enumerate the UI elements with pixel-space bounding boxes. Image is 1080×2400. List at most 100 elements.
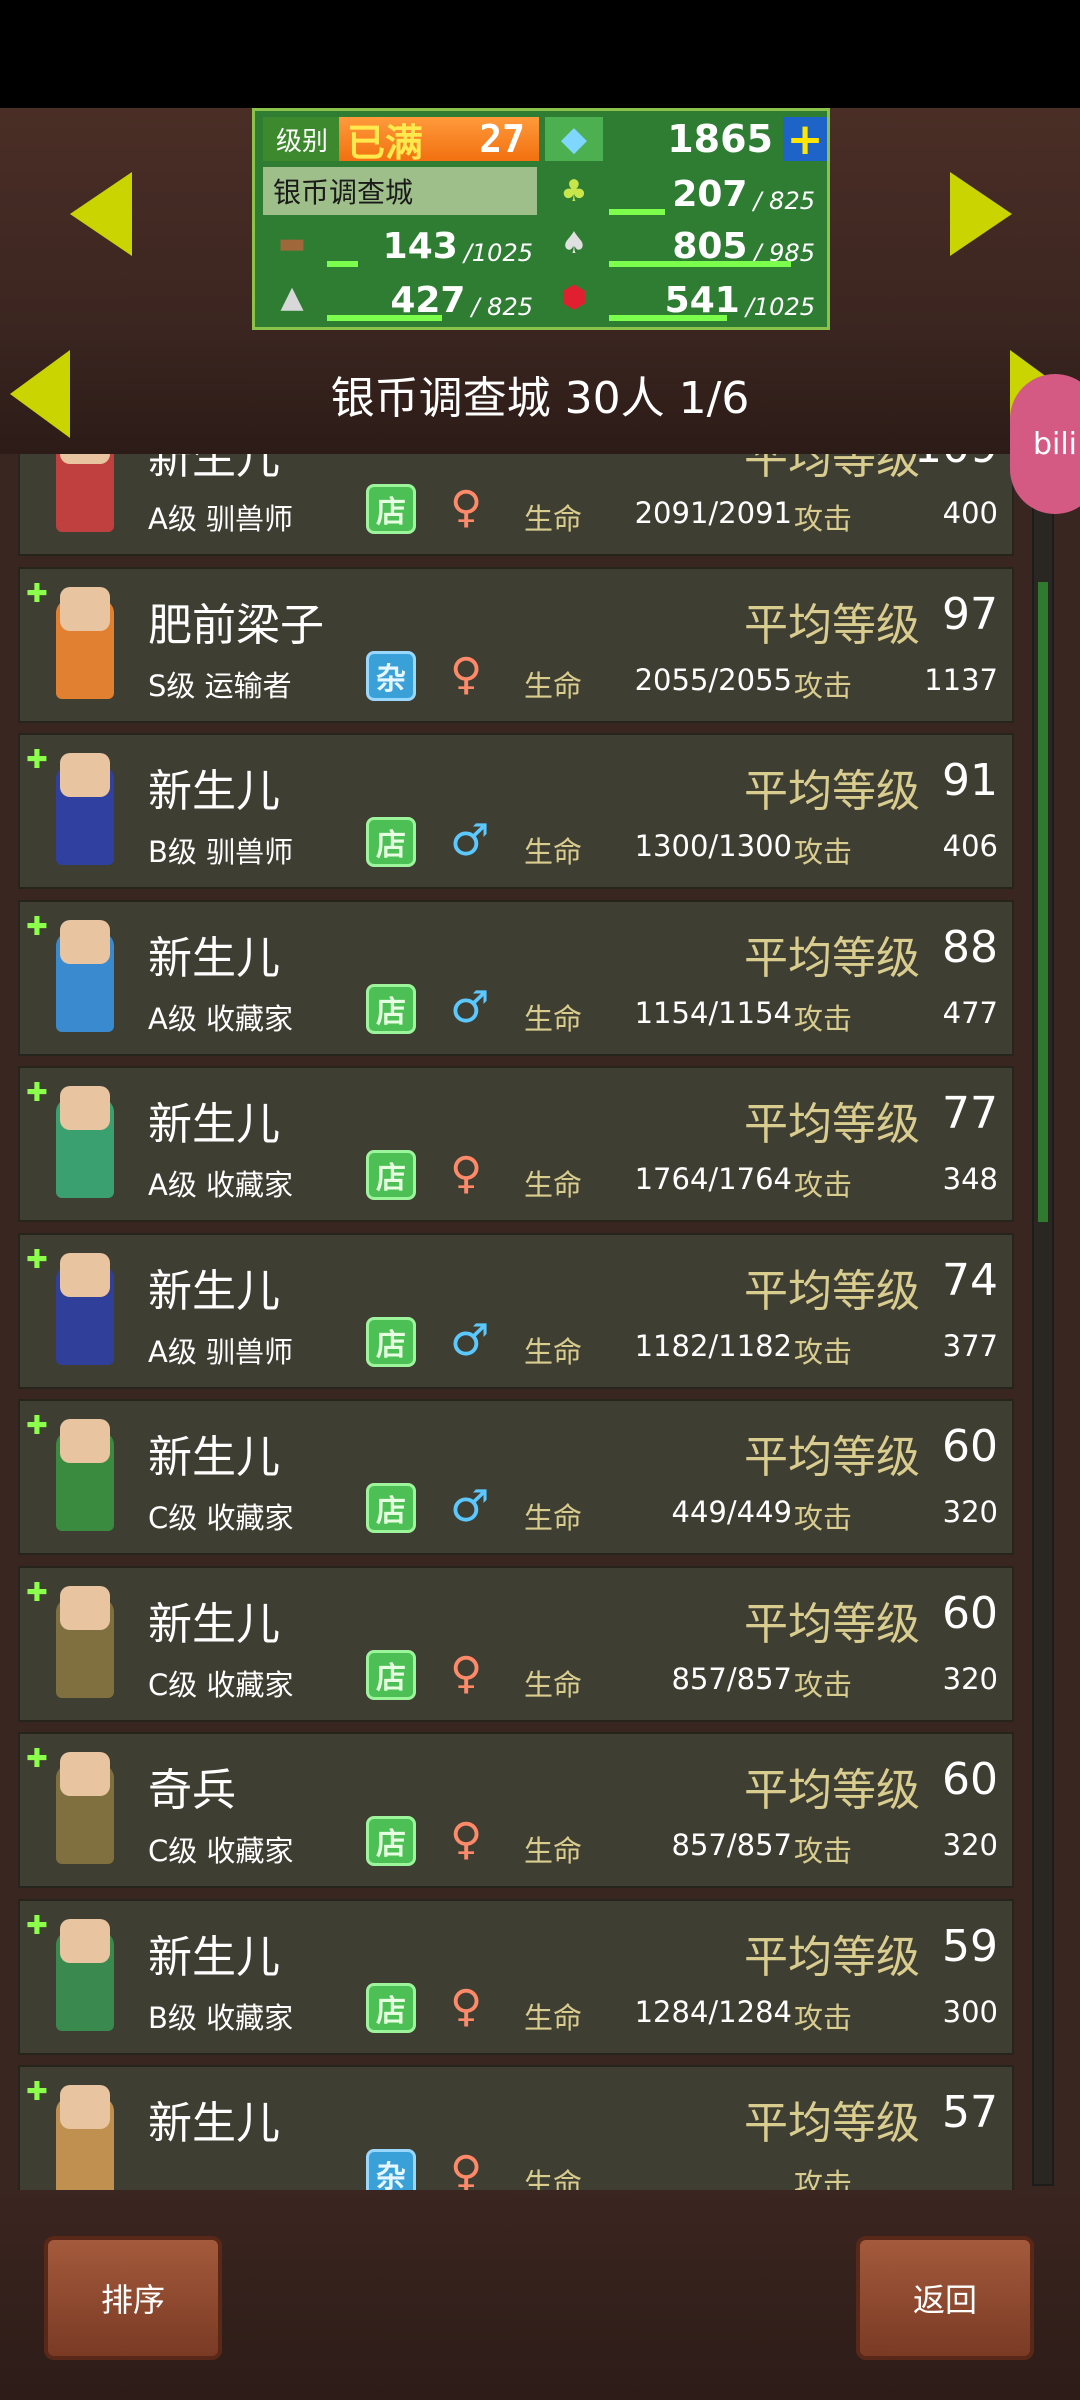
member-row[interactable]: ✚ 新生儿 平均等级109 A级 驯兽师 店 ♀ 生命 2091/2091攻击 400 [18,454,1014,556]
level-value: 27 [479,117,525,161]
attack-value: 1137 [924,662,998,697]
wood-icon: ▬ [277,225,307,261]
avatar-head [60,1585,110,1630]
plus-icon[interactable]: + [783,114,827,165]
resource-ruby: ⬢ 541/1025 [545,273,825,321]
attack-label: 攻击 [794,1501,853,1535]
ore-icon: ▲ [280,279,304,315]
diamond-icon: ◆ [545,117,603,161]
member-row[interactable]: ✚ 新生儿 平均等级 57 杂 ♀ 生命 攻击 [18,2065,1014,2190]
avg-level-label: 平均等级 [744,932,920,984]
page-title: 银币调查城 30人 1/6 [330,373,750,424]
male-icon: ♂ [450,981,490,1033]
avatar-head [60,586,110,631]
prev-city-arrow-icon[interactable] [70,172,132,256]
shop-badge-icon: 店 [366,817,416,867]
member-list[interactable]: ✚新生儿平均等级109A级 驯兽师店♀生命2091/2091攻击400✚肥前梁子… [18,454,1018,2190]
avg-level-label: 平均等级 [744,1931,920,1983]
ruby-icon: ⬢ [560,279,588,315]
avatar-head [60,919,110,964]
sort-button[interactable]: 排序 [44,2236,222,2360]
hp-value: 1300/1300 [634,829,792,863]
hp-value: 1182/1182 [634,1328,792,1363]
member-row[interactable]: ✚ 奇兵 平均等级 60 C级 收藏家 店 ♀ 生命 857/857 攻击 320 [18,1732,1014,1888]
hp-label: 生命 [524,668,583,703]
hp-value: 449/449 [671,1495,792,1529]
character-avatar: ✚ [26,912,138,1048]
avatar-head [60,1419,110,1463]
progress-bar [327,315,443,321]
hp-value: 857/857 [671,1828,792,1862]
member-row[interactable]: ✚ 新生儿 平均等级 59 B级 收藏家 店 ♀ 生命 1284/1284 攻击 300 [18,1898,1014,2055]
avg-level-label: 平均等级 [744,766,920,817]
next-city-arrow-icon[interactable] [950,172,1012,256]
member-row[interactable]: ✚ 肥前梁子 平均等级 97 S级 运输者 杂 ♀ 生命 2055/2055 攻击 1137 [18,566,1014,723]
member-row[interactable]: ✚ 新生儿 平均等级 60 C级 收藏家 店 ♀ 生命 857/857 攻击 320 [18,1565,1014,1722]
member-row[interactable]: ✚ 新生儿 平均等级 77 A级 收藏家 店 ♀ 生命 1764/1764 攻击 348 [18,1066,1014,1222]
character-avatar: ✚ [26,1245,138,1381]
attack-label: 攻击 [794,2000,853,2035]
resource-ore: ▲ 427/ 825 [263,273,543,321]
resource-food: ♠ 805/ 985 [545,219,825,267]
shop-badge-icon: 店 [366,1649,416,1700]
avatar-head [60,454,110,464]
member-name: 新生儿 [148,932,280,984]
avg-level-label: 平均等级 [744,1765,920,1816]
back-button[interactable]: 返回 [856,2236,1034,2360]
hp-value: 1154/1154 [634,995,792,1030]
progress-bar [609,315,727,321]
attack-label: 攻击 [794,1334,853,1369]
generation-badge-icon: ✚ [26,1411,48,1441]
generation-badge-icon: ✚ [26,1910,48,1941]
bilibili-floating-icon[interactable]: bili [1010,374,1080,514]
attack-value: 348 [942,1162,998,1196]
avg-level-value: 59 [942,1920,998,1972]
member-grade-job: B级 驯兽师 [148,835,294,869]
member-row[interactable]: ✚ 新生儿 平均等级 88 A级 收藏家 店 ♂ 生命 1154/1154 攻击 477 [18,899,1014,1056]
avg-level-value: 60 [942,1754,998,1805]
member-row[interactable]: ✚ 新生儿 平均等级 91 B级 驯兽师 店 ♂ 生命 1300/1300 攻击 406 [18,733,1014,889]
hp-label: 生命 [524,502,583,536]
avg-level-label: 平均等级 [744,1099,920,1150]
generation-badge-icon: ✚ [26,911,48,942]
resource-panel: 级别 已满 27 ◆ 1865 + 银币调查城 ♣ 207/ 825 ▬ 143… [252,108,830,330]
female-icon: ♀ [450,1148,483,1199]
member-row[interactable]: ✚ 新生儿 平均等级 74 A级 驯兽师 店 ♂ 生命 1182/1182 攻击 377 [18,1232,1014,1389]
hp-label: 生命 [524,2000,583,2035]
avg-level-value: 97 [942,588,998,640]
avg-level-value: 74 [942,1254,998,1306]
avg-level-value: 88 [942,921,998,973]
avg-level-value: 60 [942,1421,998,1472]
attack-value: 320 [942,1828,998,1862]
grass-icon: ♣ [560,173,588,209]
member-name: 新生儿 [148,2098,280,2149]
shop-badge-icon: 店 [366,1816,416,1866]
attack-value: 477 [942,995,998,1030]
resource-grass: ♣ 207/ 825 [545,167,825,215]
character-avatar: ✚ [26,454,138,548]
member-grade-job: A级 收藏家 [148,1168,294,1202]
hp-value: 1284/1284 [634,1994,792,2029]
hp-label: 生命 [524,835,583,869]
progress-bar [609,209,665,215]
character-avatar: ✚ [26,1078,138,1214]
scrollbar-thumb[interactable] [1038,582,1048,1222]
scrollbar[interactable] [1032,456,1054,2186]
hp-label: 生命 [524,1667,583,1702]
member-name: 新生儿 [148,766,280,817]
member-name: 肥前梁子 [148,599,324,651]
avatar-head [60,2085,110,2129]
attack-label: 攻击 [794,2167,853,2190]
character-avatar: ✚ [26,579,138,715]
avatar-head [60,1918,110,1963]
attack-label: 攻击 [794,835,853,869]
female-icon: ♀ [450,482,483,533]
generation-badge-icon: ✚ [26,1577,48,1608]
male-icon: ♂ [450,815,490,866]
attack-label: 攻击 [794,1667,853,1702]
attack-value: 400 [942,496,998,530]
member-row[interactable]: ✚ 新生儿 平均等级 60 C级 收藏家 店 ♂ 生命 449/449 攻击 320 [18,1399,1014,1555]
male-icon: ♂ [450,1314,490,1366]
avatar-head [60,1086,110,1130]
city-name: 银币调查城 [263,167,537,215]
